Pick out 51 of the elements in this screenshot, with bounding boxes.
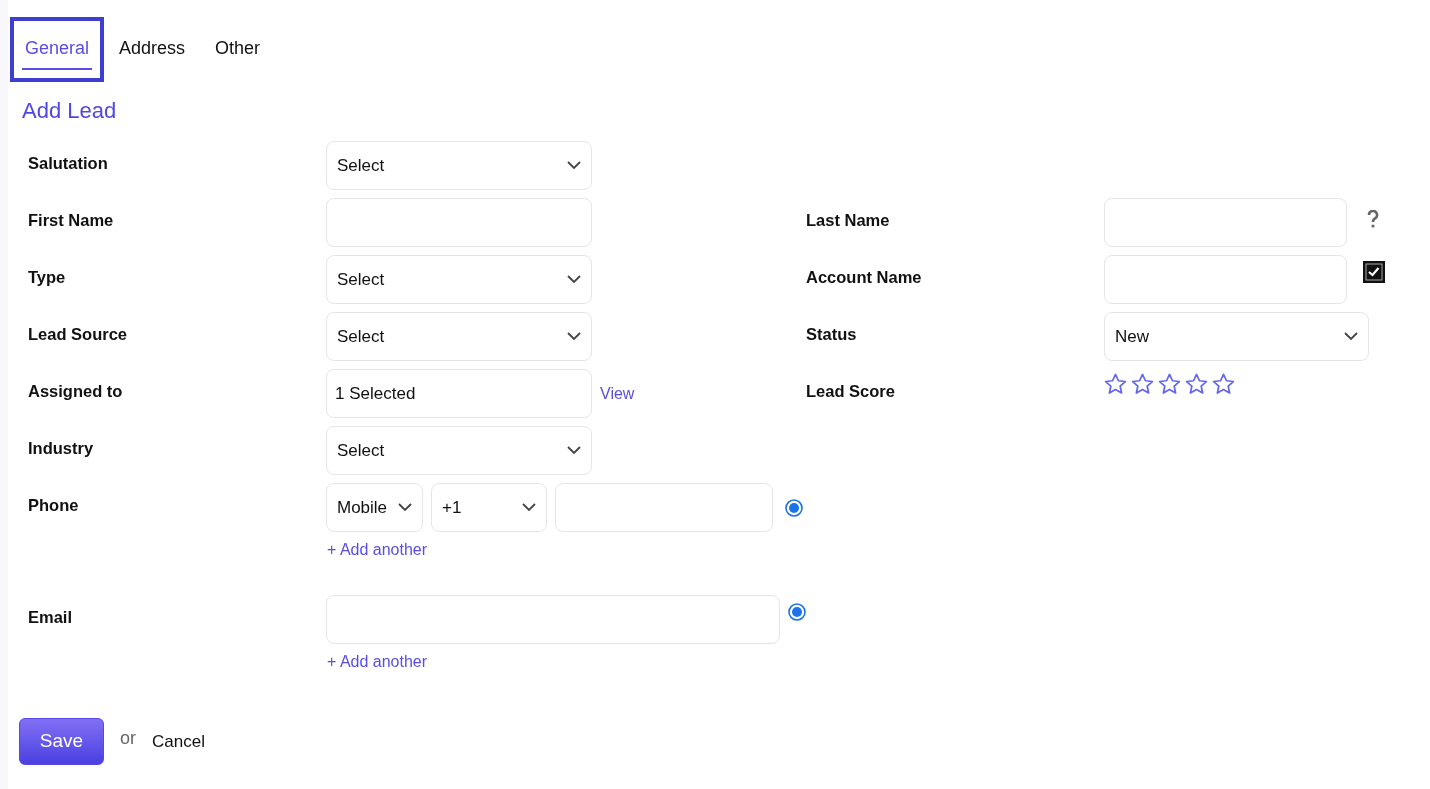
field-label: Last Name xyxy=(806,210,890,231)
chevron-icon xyxy=(522,503,536,512)
chevron-icon xyxy=(567,275,581,284)
field-label: Industry xyxy=(28,438,94,459)
field-label: Lead Source xyxy=(28,324,128,345)
tab[interactable]: Address xyxy=(104,17,201,82)
star-icon[interactable] xyxy=(1131,373,1154,395)
chevron-icon xyxy=(1344,332,1358,341)
star-icon[interactable] xyxy=(1158,373,1181,395)
chevron-icon xyxy=(567,161,581,170)
field-label: Assigned to xyxy=(28,381,123,402)
add-another-link[interactable]: + Add another xyxy=(327,649,428,674)
country-code-select[interactable]: +1 xyxy=(431,483,547,532)
select-field[interactable]: Select xyxy=(326,255,592,304)
phone-field[interactable] xyxy=(555,483,773,532)
checkbox[interactable] xyxy=(1363,260,1385,283)
field-label: First Name xyxy=(28,210,114,231)
radio-button[interactable] xyxy=(785,498,803,517)
add-another-link[interactable]: + Add another xyxy=(327,538,428,562)
text-field[interactable] xyxy=(1104,198,1347,247)
field-label: Phone xyxy=(28,495,79,516)
field-label: Salutation xyxy=(28,153,108,174)
field-label: Type xyxy=(28,267,66,288)
phone-type-select[interactable]: Mobile xyxy=(326,483,423,532)
select-field[interactable]: Select xyxy=(326,426,592,475)
field-label: Lead Score xyxy=(806,381,895,402)
help-icon[interactable] xyxy=(1367,209,1379,228)
field-label: Status xyxy=(806,324,857,345)
tab[interactable]: General xyxy=(10,17,105,82)
email-field[interactable] xyxy=(326,594,780,644)
select-field[interactable]: New xyxy=(1104,312,1369,361)
select-field[interactable]: Select xyxy=(326,141,592,190)
or-text: or xyxy=(120,727,136,750)
star-icon[interactable] xyxy=(1212,373,1235,395)
star-icon[interactable] xyxy=(1104,373,1127,395)
tab[interactable]: Other xyxy=(200,17,276,82)
chevron-icon xyxy=(567,446,581,455)
text-field[interactable] xyxy=(326,198,592,247)
field-label: Email xyxy=(28,606,73,628)
form-title: Add Lead xyxy=(22,97,118,125)
radio-button[interactable] xyxy=(788,603,806,621)
chevron-icon xyxy=(398,503,412,512)
multi-select-field[interactable]: 1 Selected xyxy=(326,369,592,418)
star-icon[interactable] xyxy=(1185,373,1208,395)
chevron-icon xyxy=(567,332,581,341)
save-button[interactable]: Save xyxy=(19,718,104,765)
cancel-link[interactable]: Cancel xyxy=(152,728,205,755)
view-link[interactable]: View xyxy=(600,381,635,406)
field-label: Account Name xyxy=(806,267,922,288)
text-field[interactable] xyxy=(1104,255,1347,304)
select-field[interactable]: Select xyxy=(326,312,592,361)
